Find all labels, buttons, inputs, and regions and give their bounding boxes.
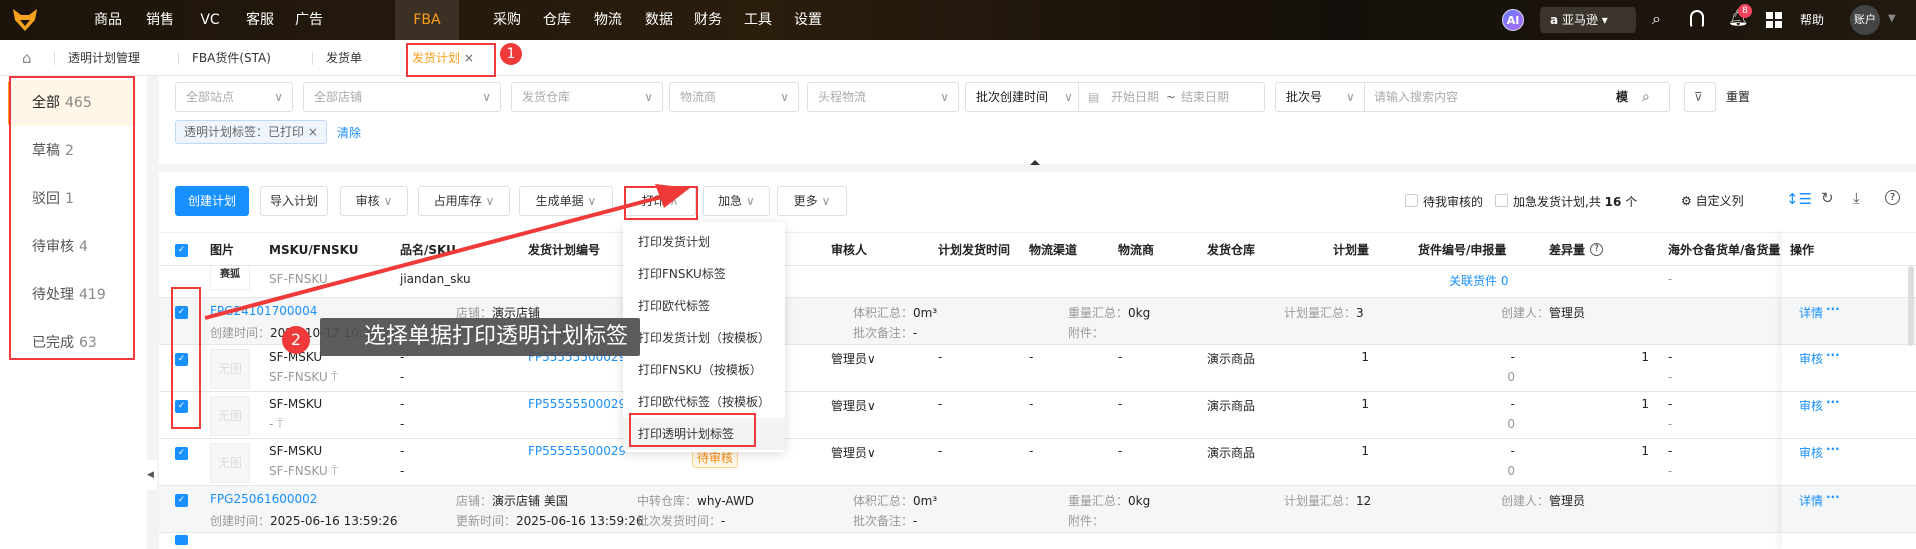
annotation-sidebar-box: [9, 76, 135, 360]
annotation-step-2: 2: [282, 326, 310, 354]
annotation-step-1: 1: [500, 43, 522, 65]
annotation-tab-box: [406, 43, 496, 77]
annotation-print-box: [624, 186, 698, 220]
annotation-checkbox-box: [171, 287, 201, 429]
annotation-tooltip: 选择单据打印透明计划标签: [320, 318, 640, 356]
annotation-menu-item-box: [629, 413, 756, 447]
annotation-arrow: [204, 184, 690, 320]
